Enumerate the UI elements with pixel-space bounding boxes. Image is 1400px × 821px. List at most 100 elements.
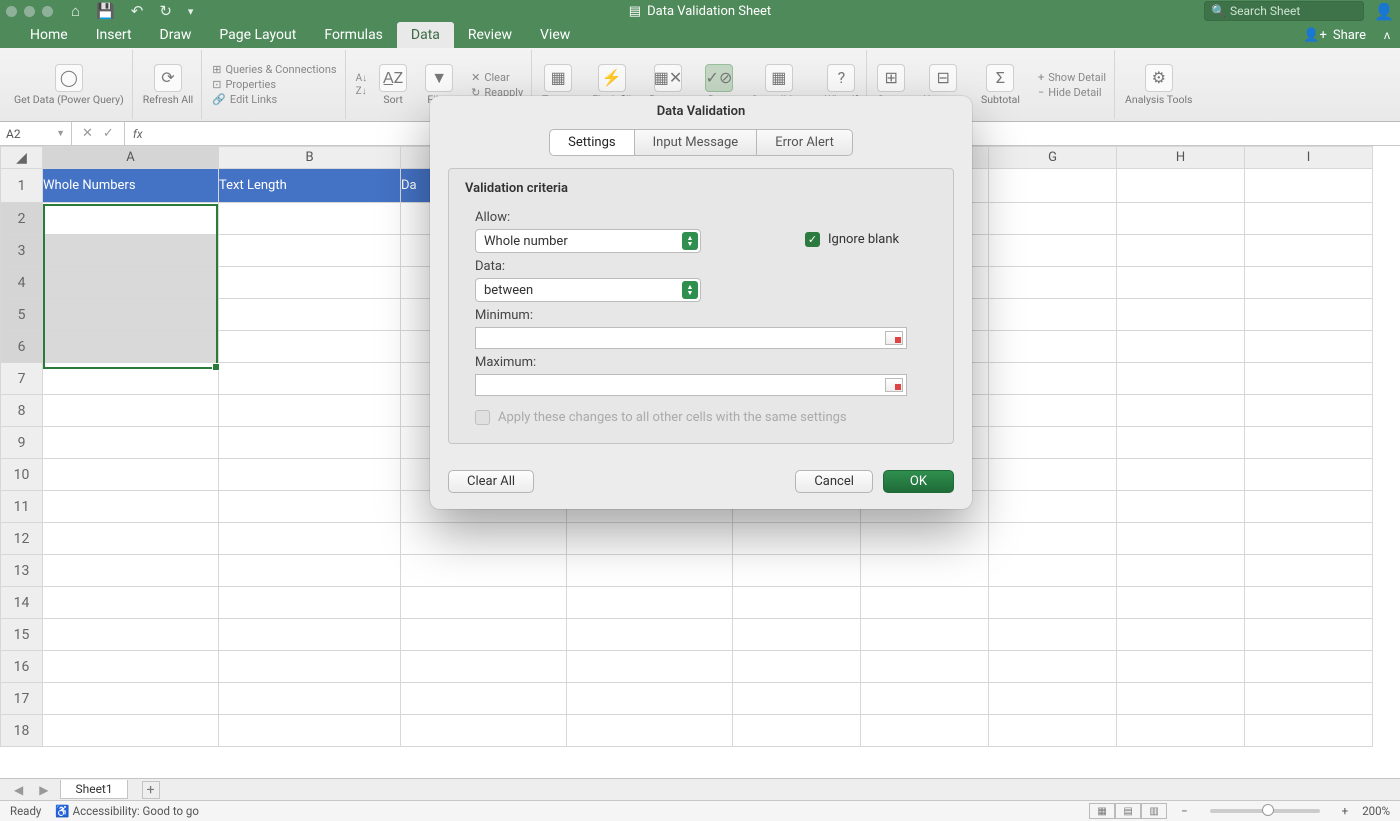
sort-button[interactable]: A̲Z Sort [371, 50, 415, 119]
cell[interactable] [43, 523, 219, 555]
redo-icon[interactable]: ↻ [159, 2, 172, 20]
accessibility-status[interactable]: ♿ Accessibility: Good to go [55, 804, 199, 818]
cell[interactable] [219, 363, 401, 395]
cell[interactable] [219, 427, 401, 459]
col-header-b[interactable]: B [219, 147, 401, 169]
cell[interactable] [219, 459, 401, 491]
cancel-button[interactable]: Cancel [795, 470, 873, 493]
cell[interactable] [43, 651, 219, 683]
sheet-nav-prev-icon[interactable]: ◀ [10, 783, 27, 797]
cell[interactable] [43, 267, 219, 299]
cell[interactable] [1245, 523, 1373, 555]
collapse-ribbon-icon[interactable]: ʌ [1384, 22, 1390, 48]
cell[interactable] [733, 587, 861, 619]
cell[interactable] [1117, 299, 1245, 331]
save-icon[interactable]: 💾 [96, 2, 115, 20]
cell[interactable] [219, 715, 401, 747]
cell[interactable] [567, 715, 733, 747]
tab-draw[interactable]: Draw [146, 22, 206, 48]
cell[interactable] [401, 555, 567, 587]
cell[interactable] [989, 169, 1117, 203]
cell[interactable] [567, 683, 733, 715]
cell[interactable] [401, 587, 567, 619]
zoom-thumb[interactable] [1262, 804, 1274, 816]
cell[interactable] [1117, 169, 1245, 203]
cell[interactable] [567, 555, 733, 587]
refresh-all-button[interactable]: ⟳ Refresh All [135, 50, 202, 119]
cell[interactable] [989, 587, 1117, 619]
cell[interactable] [219, 587, 401, 619]
cell[interactable] [1117, 427, 1245, 459]
cell[interactable] [989, 459, 1117, 491]
cell[interactable] [219, 203, 401, 235]
cell[interactable] [1245, 587, 1373, 619]
properties-button[interactable]: ⊡Properties [212, 78, 336, 91]
cell[interactable] [1245, 395, 1373, 427]
cell[interactable] [1245, 267, 1373, 299]
cell[interactable] [989, 395, 1117, 427]
col-header-h[interactable]: H [1117, 147, 1245, 169]
cell[interactable] [733, 523, 861, 555]
cell[interactable] [43, 203, 219, 235]
cell[interactable] [989, 491, 1117, 523]
row-header[interactable]: 14 [1, 587, 43, 619]
tab-formulas[interactable]: Formulas [310, 22, 397, 48]
queries-connections-button[interactable]: ⊞Queries & Connections [212, 63, 336, 76]
cell[interactable] [733, 651, 861, 683]
share-button[interactable]: 👤+ Share [1291, 22, 1378, 48]
cell[interactable] [733, 619, 861, 651]
cell[interactable] [219, 619, 401, 651]
row-header[interactable]: 18 [1, 715, 43, 747]
col-header-a[interactable]: A [43, 147, 219, 169]
ignore-blank-checkbox[interactable]: ✓ [805, 232, 820, 247]
row-header[interactable]: 3 [1, 235, 43, 267]
tab-error-alert[interactable]: Error Alert [757, 129, 853, 156]
cell[interactable] [861, 619, 989, 651]
tab-insert[interactable]: Insert [82, 22, 146, 48]
row-header[interactable]: 12 [1, 523, 43, 555]
select-all-corner[interactable]: ◢ [1, 147, 43, 169]
sort-az-button[interactable]: A↓Z↓ [348, 50, 370, 119]
hide-detail-button[interactable]: −Hide Detail [1038, 86, 1106, 99]
zoom-slider[interactable] [1210, 809, 1320, 813]
cell[interactable] [989, 555, 1117, 587]
normal-view-button[interactable]: ▦ [1089, 803, 1115, 819]
zoom-in-button[interactable]: + [1342, 804, 1349, 818]
cell[interactable] [43, 587, 219, 619]
cell[interactable] [989, 715, 1117, 747]
cell[interactable] [989, 651, 1117, 683]
cell[interactable] [219, 235, 401, 267]
row-header[interactable]: 2 [1, 203, 43, 235]
row-header[interactable]: 13 [1, 555, 43, 587]
sheet-tab-sheet1[interactable]: Sheet1 [60, 780, 127, 799]
cell[interactable] [219, 523, 401, 555]
cell[interactable] [567, 587, 733, 619]
home-icon[interactable]: ⌂ [71, 2, 80, 20]
row-header[interactable]: 16 [1, 651, 43, 683]
range-picker-icon[interactable] [885, 331, 903, 345]
cell[interactable] [861, 715, 989, 747]
cell[interactable] [219, 331, 401, 363]
cell[interactable] [43, 363, 219, 395]
cell[interactable] [861, 651, 989, 683]
cell[interactable] [733, 555, 861, 587]
cell[interactable] [43, 235, 219, 267]
cell[interactable] [219, 267, 401, 299]
cell[interactable] [1117, 267, 1245, 299]
cell[interactable] [219, 299, 401, 331]
subtotal-button[interactable]: ΣSubtotal [973, 50, 1028, 119]
cell[interactable] [1245, 203, 1373, 235]
cell[interactable] [1245, 715, 1373, 747]
row-header[interactable]: 11 [1, 491, 43, 523]
cell[interactable] [43, 427, 219, 459]
qat-customize-icon[interactable]: ▾ [188, 5, 194, 18]
cell[interactable] [1245, 331, 1373, 363]
cell[interactable] [1245, 651, 1373, 683]
cell[interactable] [1245, 459, 1373, 491]
page-layout-view-button[interactable]: ▤ [1115, 803, 1141, 819]
cell[interactable] [1117, 619, 1245, 651]
row-header[interactable]: 8 [1, 395, 43, 427]
tab-input-message[interactable]: Input Message [635, 129, 758, 156]
cell[interactable] [989, 523, 1117, 555]
cell[interactable]: Whole Numbers [43, 169, 219, 203]
